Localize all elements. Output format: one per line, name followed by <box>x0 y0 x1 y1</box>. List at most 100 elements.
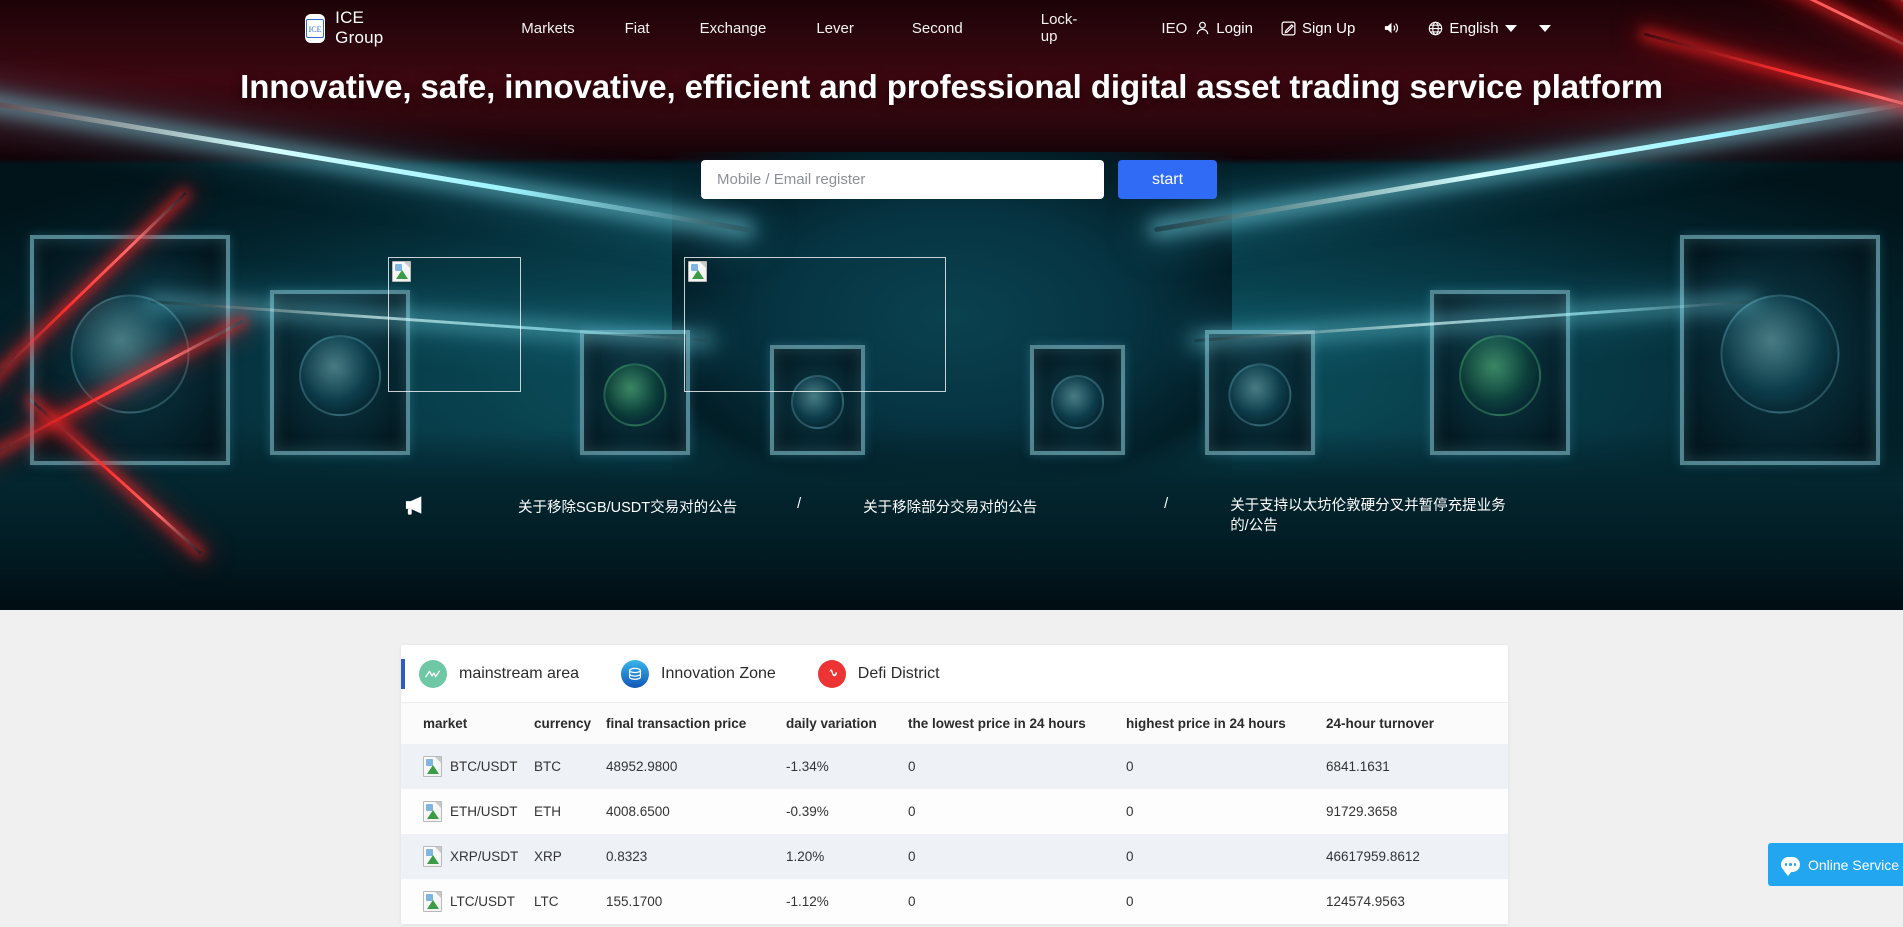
cell-high: 0 <box>1126 849 1134 864</box>
announcement-separator: / <box>1164 496 1169 512</box>
cell-change: -0.39% <box>786 804 829 819</box>
chevron-down-icon <box>1504 24 1517 32</box>
table-row[interactable]: LTC/USDT LTC 155.1700 -1.12% 0 0 124574.… <box>401 879 1508 924</box>
cell-high: 0 <box>1126 894 1134 909</box>
table-row[interactable]: BTC/USDT BTC 48952.9800 -1.34% 0 0 6841.… <box>401 744 1508 789</box>
column-header-low[interactable]: the lowest price in 24 hours <box>908 703 1126 744</box>
wall-frame <box>1205 330 1315 455</box>
table-header-row: market currency final transaction price … <box>401 703 1508 744</box>
sound-toggle-button[interactable] <box>1383 20 1400 36</box>
market-table-head: market currency final transaction price … <box>401 703 1508 744</box>
cell-high: 0 <box>1126 804 1134 819</box>
nav-item-second[interactable]: Second <box>904 20 971 37</box>
mainstream-area-icon <box>419 659 447 688</box>
cell-price: 4008.6500 <box>606 804 670 819</box>
start-button[interactable]: start <box>1118 160 1217 199</box>
cell-price: 155.1700 <box>606 894 663 909</box>
broken-image-icon <box>423 756 442 777</box>
cell-currency: ETH <box>534 804 561 819</box>
cell-change: 1.20% <box>786 849 825 864</box>
cell-low: 0 <box>908 804 916 819</box>
broken-image-icon <box>392 261 411 282</box>
announcement-separator: / <box>797 496 802 512</box>
promo-banner-left[interactable] <box>388 257 521 392</box>
market-pair-label: ETH/USDT <box>450 804 518 819</box>
cell-turnover: 6841.1631 <box>1326 759 1390 774</box>
nav-item-fiat[interactable]: Fiat <box>617 20 658 37</box>
brand-logo-group[interactable]: ICE ICE Group <box>305 8 392 48</box>
login-label: Login <box>1216 19 1253 37</box>
wall-frame <box>30 235 230 465</box>
table-row[interactable]: XRP/USDT XRP 0.8323 1.20% 0 0 46617959.8… <box>401 834 1508 879</box>
market-card: mainstream area Innovation Zone Defi Dis… <box>401 645 1508 924</box>
main-nav-links: Markets Fiat Exchange Lever Second Lock-… <box>513 11 1195 45</box>
chevron-down-icon <box>1538 24 1551 32</box>
cell-turnover: 124574.9563 <box>1326 894 1405 909</box>
column-header-turnover[interactable]: 24-hour turnover <box>1326 703 1508 744</box>
hero-banner: ICE ICE Group Markets Fiat Exchange Leve… <box>0 0 1903 610</box>
cell-market: XRP/USDT <box>401 834 534 879</box>
page-body: mainstream area Innovation Zone Defi Dis… <box>0 610 1903 927</box>
nav-item-exchange[interactable]: Exchange <box>692 20 775 37</box>
login-button[interactable]: Login <box>1195 20 1253 37</box>
announcement-link-2[interactable]: 关于移除部分交易对的公告 <box>863 496 1037 517</box>
column-header-change[interactable]: daily variation <box>786 703 908 744</box>
market-tabs: mainstream area Innovation Zone Defi Dis… <box>401 645 1508 703</box>
speaker-icon <box>1383 20 1400 36</box>
cell-low: 0 <box>908 849 916 864</box>
announcement-link-3[interactable]: 关于支持以太坊伦敦硬分叉并暂停充提业务的/公告 <box>1230 496 1510 536</box>
cell-market: ETH/USDT <box>401 789 534 834</box>
top-navigation-bar: ICE ICE Group Markets Fiat Exchange Leve… <box>0 0 1903 56</box>
language-label: English <box>1449 19 1499 37</box>
broken-image-icon <box>423 801 442 822</box>
wall-frame <box>1680 235 1880 465</box>
register-input[interactable] <box>701 160 1104 199</box>
cell-market: LTC/USDT <box>401 879 534 924</box>
user-icon <box>1195 20 1210 36</box>
globe-icon <box>1428 21 1443 36</box>
cell-change: -1.34% <box>786 759 829 774</box>
market-table-body: BTC/USDT BTC 48952.9800 -1.34% 0 0 6841.… <box>401 744 1508 924</box>
cell-high: 0 <box>1126 759 1134 774</box>
brand-name: ICE Group <box>335 8 384 47</box>
pencil-square-icon <box>1281 21 1296 36</box>
column-header-market[interactable]: market <box>401 703 534 744</box>
cell-turnover: 46617959.8612 <box>1326 849 1420 864</box>
broken-image-icon <box>423 846 442 867</box>
nav-item-lever[interactable]: Lever <box>808 20 862 37</box>
column-header-price[interactable]: final transaction price <box>606 703 786 744</box>
tab-label: Defi District <box>857 664 940 682</box>
cell-price: 0.8323 <box>606 849 648 864</box>
announcement-bar: 关于移除SGB/USDT交易对的公告 / 关于移除部分交易对的公告 / 关于支持… <box>0 482 1903 552</box>
announcement-link-1[interactable]: 关于移除SGB/USDT交易对的公告 <box>518 496 737 517</box>
broken-image-icon <box>423 891 442 912</box>
signup-label: Sign Up <box>1301 19 1356 37</box>
table-row[interactable]: ETH/USDT ETH 4008.6500 -0.39% 0 0 91729.… <box>401 789 1508 834</box>
more-menu-button[interactable] <box>1538 24 1551 32</box>
market-table: market currency final transaction price … <box>401 703 1508 924</box>
tab-label: mainstream area <box>459 664 580 682</box>
defi-district-icon <box>817 659 846 688</box>
cell-currency: BTC <box>534 759 561 774</box>
nav-item-lockup[interactable]: Lock-up <box>1033 11 1086 45</box>
wall-frame <box>1030 345 1125 455</box>
nav-item-ieo[interactable]: IEO <box>1153 20 1195 37</box>
online-service-button[interactable]: Online Service <box>1768 843 1903 886</box>
promo-banner-right[interactable] <box>684 257 946 392</box>
market-pair-label: LTC/USDT <box>450 894 516 909</box>
tab-innovation-zone[interactable]: Innovation Zone <box>621 659 776 688</box>
register-form: start <box>701 160 1217 199</box>
tab-defi-district[interactable]: Defi District <box>817 659 940 688</box>
broken-image-icon <box>688 261 707 282</box>
column-header-high[interactable]: highest price in 24 hours <box>1126 703 1326 744</box>
language-selector[interactable]: English <box>1428 19 1517 37</box>
tab-label: Innovation Zone <box>661 664 776 682</box>
nav-item-markets[interactable]: Markets <box>513 20 582 37</box>
tab-mainstream-area[interactable]: mainstream area <box>419 659 580 688</box>
cell-price: 48952.9800 <box>606 759 678 774</box>
signup-button[interactable]: Sign Up <box>1281 20 1355 37</box>
megaphone-icon <box>404 494 429 520</box>
column-header-currency[interactable]: currency <box>534 703 606 744</box>
cell-turnover: 91729.3658 <box>1326 804 1398 819</box>
cell-currency: LTC <box>534 894 559 909</box>
